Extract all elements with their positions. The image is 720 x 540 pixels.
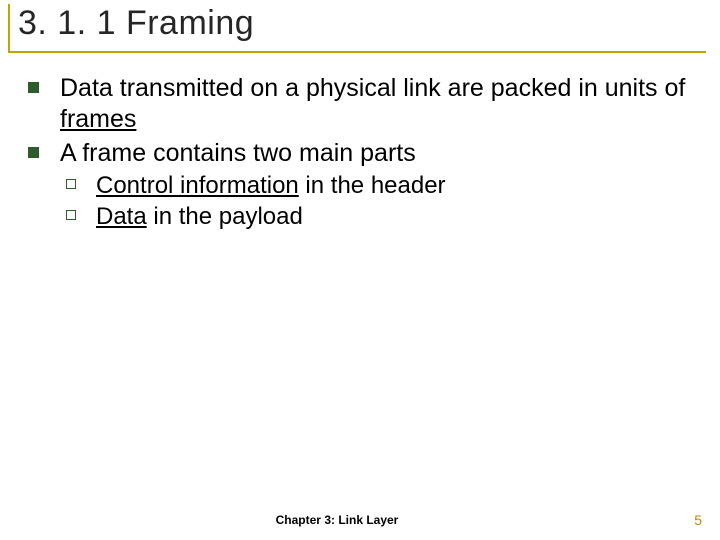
square-bullet-icon <box>28 82 39 93</box>
bullet-text-underlined: frames <box>60 105 136 133</box>
footer-page-number: 5 <box>674 512 702 528</box>
bullet-text: A frame contains two main parts <box>60 139 416 167</box>
footer-chapter: Chapter 3: Link Layer <box>0 513 674 527</box>
slide-title: 3. 1. 1 Framing <box>18 4 706 43</box>
slide-body: Data transmitted on a physical link are … <box>0 53 720 235</box>
sub-bullet-item: Data in the payload <box>66 202 706 231</box>
sub-bullet-underlined: Control information <box>96 172 299 199</box>
square-bullet-icon <box>28 147 39 158</box>
sub-bullet-rest: in the payload <box>147 203 303 230</box>
sub-bullet-item: Control information in the header <box>66 171 706 200</box>
sub-bullet-list: Control information in the header Data i… <box>60 171 706 232</box>
sub-bullet-underlined: Data <box>96 203 147 230</box>
sub-bullet-rest: in the header <box>299 172 446 199</box>
bullet-item: A frame contains two main parts Control … <box>28 138 706 231</box>
hollow-square-bullet-icon <box>66 210 76 220</box>
bullet-item: Data transmitted on a physical link are … <box>28 73 706 134</box>
slide: 3. 1. 1 Framing Data transmitted on a ph… <box>0 0 720 540</box>
bullet-text-prefix: Data transmitted on a physical link are … <box>60 74 685 102</box>
slide-footer: Chapter 3: Link Layer 5 <box>0 512 720 528</box>
title-block: 3. 1. 1 Framing <box>8 4 706 53</box>
hollow-square-bullet-icon <box>66 179 76 189</box>
